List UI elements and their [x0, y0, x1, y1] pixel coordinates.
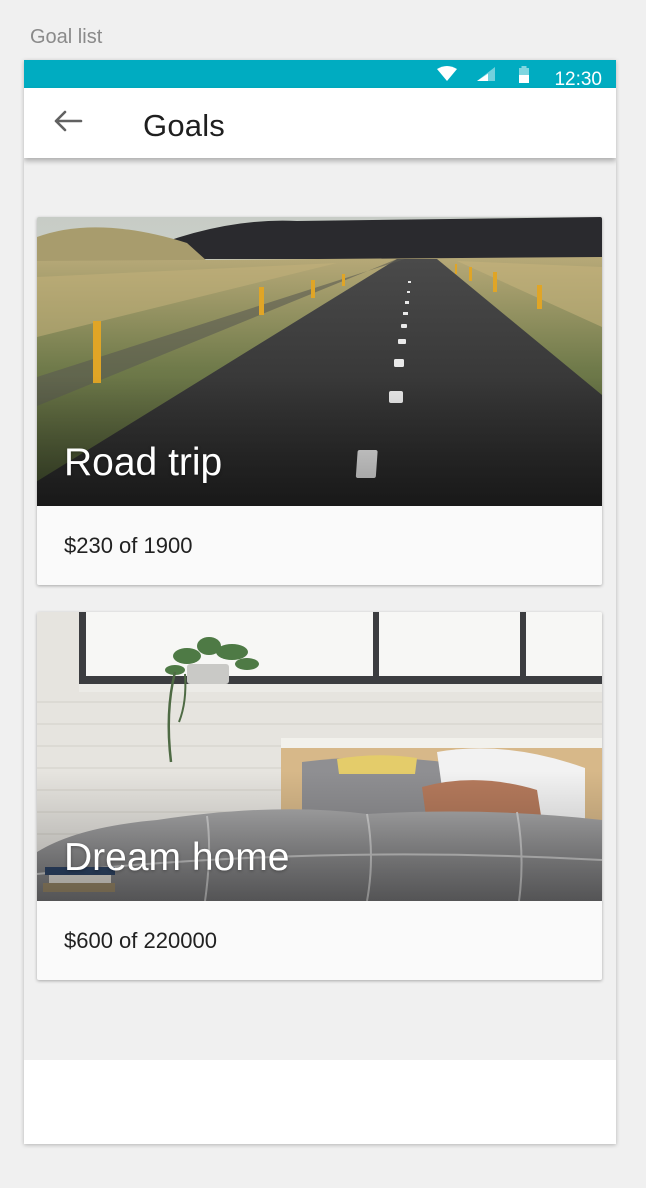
- goal-card[interactable]: Dream home $600 of 220000: [37, 612, 602, 980]
- goal-title: Road trip: [64, 441, 223, 484]
- artboard-label: Goal list: [30, 26, 103, 48]
- goal-image-road: Road trip: [37, 217, 602, 506]
- app-bar: Goals: [24, 88, 616, 158]
- goal-amount: $230 of 1900: [64, 533, 193, 558]
- cell-signal-icon: [476, 66, 496, 87]
- arrow-left-icon: [53, 110, 83, 137]
- goal-card[interactable]: Road trip $230 of 1900: [37, 217, 602, 585]
- status-bar: 12:30: [24, 60, 616, 90]
- goal-list: Road trip $230 of 1900 Dream home $600 o…: [24, 158, 616, 1144]
- back-button[interactable]: [46, 105, 90, 141]
- empty-area: [24, 1060, 616, 1144]
- goal-title: Dream home: [64, 836, 290, 879]
- goal-amount: $600 of 220000: [64, 928, 217, 953]
- wifi-icon: [436, 66, 458, 87]
- goal-image-bedroom: Dream home: [37, 612, 602, 901]
- phone-screen: 12:30 Goals Road trip $230 of 1900 Dream…: [24, 60, 616, 1144]
- battery-icon: [518, 66, 530, 89]
- page-title: Goals: [143, 108, 225, 143]
